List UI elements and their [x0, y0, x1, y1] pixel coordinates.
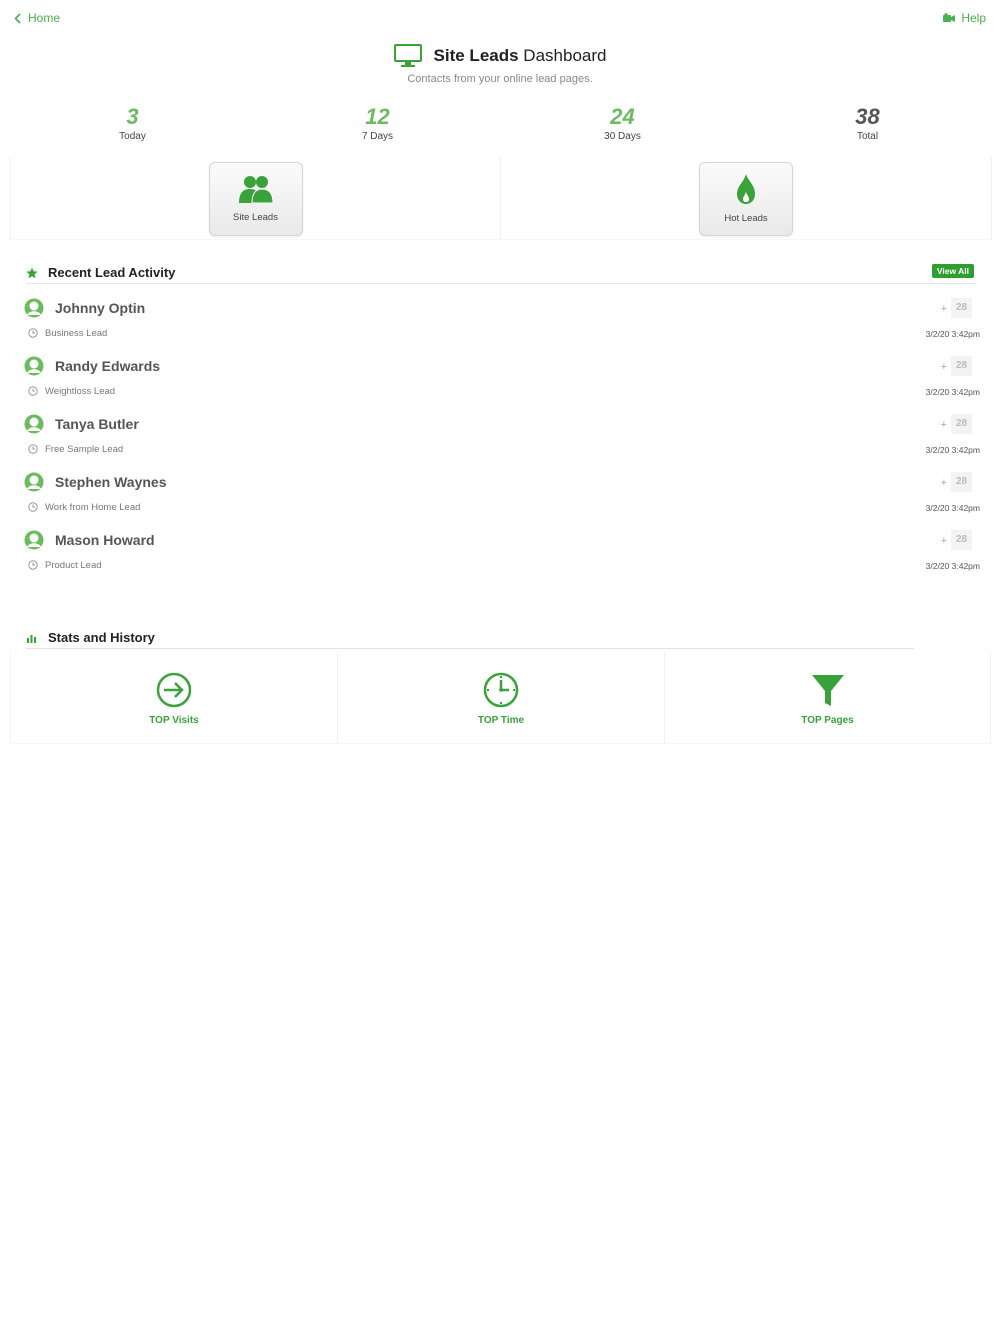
help-link-label: Help — [961, 11, 986, 25]
page-header: Site Leads Dashboard Contacts from your … — [0, 44, 1000, 85]
stat-total: 38 Total — [745, 104, 990, 142]
help-icon — [943, 13, 956, 22]
top-nav-bar: Home Help — [0, 0, 1000, 40]
lead-date: 3/2/20 3:42pm — [925, 503, 980, 513]
page-subtitle: Contacts from your online lead pages. — [407, 73, 593, 85]
lead-type: Product Lead — [45, 560, 102, 571]
top-visits-button[interactable]: TOP Visits — [10, 652, 337, 744]
site-leads-label: Site Leads — [233, 212, 278, 223]
clock-icon — [28, 444, 38, 454]
lead-count-badge: 28 — [951, 414, 972, 434]
list-item[interactable]: Randy Edwards Weightloss Lead + 28 3/2/2… — [24, 354, 980, 412]
stat-value: 3 — [126, 104, 139, 129]
star-icon — [26, 267, 38, 278]
plus-icon[interactable]: + — [941, 419, 947, 431]
stats-summary: 3 Today 12 7 Days 24 30 Days 38 Total — [0, 104, 1000, 142]
stat-value: 24 — [610, 104, 635, 129]
home-link-label: Home — [28, 11, 61, 25]
avatar — [24, 356, 44, 376]
section-title: Recent Lead Activity — [48, 265, 176, 280]
plus-icon[interactable]: + — [941, 303, 947, 315]
avatar — [24, 530, 44, 550]
lead-date: 3/2/20 3:42pm — [925, 445, 980, 455]
flame-icon — [737, 174, 755, 204]
stat-value: 12 — [365, 104, 390, 129]
lead-type: Weightloss Lead — [45, 386, 116, 397]
hot-leads-label: Hot Leads — [724, 213, 768, 224]
stat-30-days: 24 30 Days — [500, 104, 745, 142]
page-title: Site Leads Dashboard — [434, 46, 607, 66]
stat-label: Total — [856, 131, 879, 142]
recent-activity-header: Recent Lead Activity View All — [26, 262, 976, 284]
stat-value: 38 — [855, 104, 880, 129]
page-title-rest: Dashboard — [518, 46, 607, 65]
home-back-link[interactable]: Home — [14, 11, 60, 25]
plus-icon[interactable]: + — [941, 361, 947, 373]
site-leads-button[interactable]: Site Leads — [208, 161, 303, 236]
quick-actions: Site Leads Hot Leads — [10, 158, 992, 240]
stat-label: Today — [119, 131, 146, 142]
help-link[interactable]: Help — [943, 11, 986, 25]
stat-7-days: 12 7 Days — [255, 104, 500, 142]
list-item[interactable]: Johnny Optin Business Lead + 28 3/2/20 3… — [24, 296, 980, 354]
lead-name: Randy Edwards — [55, 358, 161, 374]
lead-count-badge: 28 — [951, 530, 972, 550]
clock-icon — [28, 328, 38, 338]
lead-date: 3/2/20 3:42pm — [925, 561, 980, 571]
lead-name: Mason Howard — [55, 532, 155, 548]
tool-label: TOP Time — [477, 715, 525, 726]
sign-in-icon — [156, 672, 192, 708]
lead-date: 3/2/20 3:42pm — [925, 387, 980, 397]
avatar — [24, 472, 44, 492]
top-time-button[interactable]: TOP Time — [337, 652, 664, 744]
plus-icon[interactable]: + — [941, 477, 947, 489]
stats-history-header: Stats and History — [26, 627, 914, 649]
lead-date: 3/2/20 3:42pm — [925, 329, 980, 339]
lead-count-badge: 28 — [951, 298, 972, 318]
list-item[interactable]: Stephen Waynes Work from Home Lead + 28 … — [24, 470, 980, 528]
funnel-icon — [811, 675, 844, 706]
lead-type: Work from Home Lead — [45, 502, 141, 513]
tool-label: TOP Pages — [801, 715, 854, 726]
lead-list: Johnny Optin Business Lead + 28 3/2/20 3… — [24, 296, 980, 586]
lead-count-badge: 28 — [951, 472, 972, 492]
avatar — [24, 298, 44, 318]
list-item[interactable]: Tanya Butler Free Sample Lead + 28 3/2/2… — [24, 412, 980, 470]
plus-icon[interactable]: + — [941, 535, 947, 547]
lead-name: Johnny Optin — [55, 300, 146, 316]
quick-cell: Site Leads — [10, 158, 501, 240]
bar-chart-icon — [27, 634, 36, 643]
chevron-left-icon — [14, 12, 21, 24]
lead-count-badge: 28 — [951, 356, 972, 376]
clock-icon — [28, 502, 38, 512]
stat-label: 7 Days — [361, 131, 394, 142]
stat-label: 30 Days — [604, 131, 641, 142]
stats-tools: TOP Visits TOP Time TOP Pages — [10, 652, 992, 744]
quick-cell: Hot Leads — [501, 158, 992, 240]
lead-name: Tanya Butler — [55, 416, 139, 432]
top-pages-button[interactable]: TOP Pages — [664, 652, 991, 744]
page-title-bold: Site Leads — [433, 46, 519, 65]
section-title: Stats and History — [48, 630, 155, 645]
avatar — [24, 414, 44, 434]
hot-leads-button[interactable]: Hot Leads — [699, 161, 793, 236]
clock-icon — [28, 560, 38, 570]
clock-icon — [483, 672, 519, 708]
view-all-button[interactable]: View All — [931, 264, 974, 278]
clock-icon — [28, 386, 38, 396]
list-item[interactable]: Mason Howard Product Lead + 28 3/2/20 3:… — [24, 528, 980, 586]
lead-type: Business Lead — [45, 328, 108, 339]
lead-name: Stephen Waynes — [55, 474, 167, 490]
users-icon — [238, 176, 274, 204]
tool-label: TOP Visits — [149, 715, 199, 726]
stat-today: 3 Today — [10, 104, 255, 142]
lead-type: Free Sample Lead — [45, 444, 124, 455]
monitor-icon — [393, 44, 422, 67]
